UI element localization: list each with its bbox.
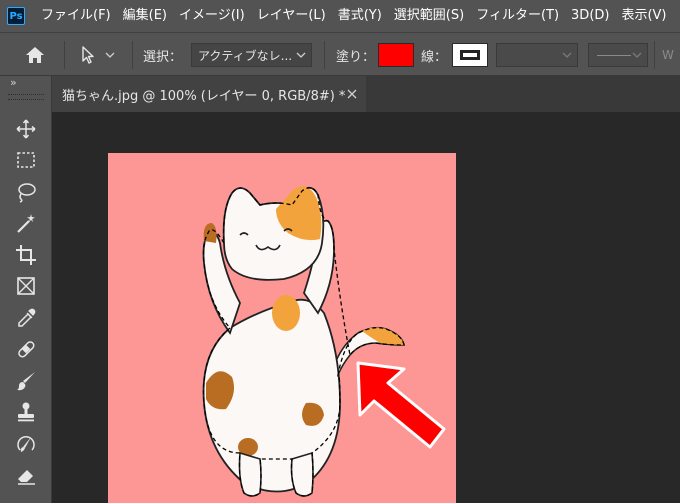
menu-file[interactable]: ファイル(F) bbox=[35, 0, 117, 32]
pointer-arrow-icon bbox=[82, 46, 94, 64]
eyedropper-tool[interactable] bbox=[13, 305, 39, 331]
select-label: 選択： bbox=[143, 49, 183, 65]
menu-3d[interactable]: 3D(D) bbox=[565, 0, 615, 32]
width-label: W bbox=[662, 48, 674, 62]
brush-tool[interactable] bbox=[13, 368, 39, 394]
move-tool[interactable] bbox=[13, 116, 39, 142]
menu-type[interactable]: 書式(Y) bbox=[332, 0, 388, 32]
chevron-down-icon bbox=[105, 52, 115, 58]
document-tab[interactable]: 猫ちゃん.jpg @ 100% (レイヤー 0, RGB/8#) * bbox=[52, 76, 366, 112]
magic-wand-icon bbox=[17, 214, 35, 233]
eraser-icon bbox=[18, 470, 35, 485]
brush-icon bbox=[17, 372, 35, 391]
frame-icon bbox=[17, 277, 35, 295]
clone-stamp-icon bbox=[18, 402, 34, 422]
home-icon bbox=[26, 47, 44, 63]
panel-grip[interactable] bbox=[8, 94, 44, 100]
stroke-line-sample bbox=[597, 55, 631, 56]
select-dropdown-value: アクティブなレ... bbox=[198, 48, 293, 63]
rectangular-marquee-tool[interactable] bbox=[13, 147, 39, 173]
clone-stamp-tool[interactable] bbox=[13, 399, 39, 425]
healing-brush-icon bbox=[18, 341, 35, 358]
stroke-label: 線： bbox=[421, 49, 448, 65]
stroke-swatch-icon bbox=[460, 50, 480, 60]
menu-bar: Ps ファイル(F) 編集(E) イメージ(I) レイヤー(L) 書式(Y) 選… bbox=[0, 0, 680, 32]
document-canvas[interactable] bbox=[108, 153, 456, 503]
options-bar: 選択： アクティブなレ... 塗り： 線： W bbox=[0, 32, 680, 76]
menu-image[interactable]: イメージ(I) bbox=[173, 0, 251, 32]
eraser-tool[interactable] bbox=[13, 462, 39, 488]
document-workspace[interactable] bbox=[52, 112, 680, 503]
stroke-color-swatch[interactable] bbox=[452, 43, 488, 67]
rectangular-marquee-icon bbox=[17, 152, 35, 168]
menu-layer[interactable]: レイヤー(L) bbox=[251, 0, 332, 32]
lasso-icon bbox=[18, 183, 36, 203]
eyedropper-icon bbox=[18, 308, 36, 327]
healing-brush-tool[interactable] bbox=[13, 336, 39, 362]
stroke-type-dropdown[interactable] bbox=[588, 43, 648, 67]
frame-tool[interactable] bbox=[13, 273, 39, 299]
crop-tool[interactable] bbox=[13, 242, 39, 268]
history-brush-tool[interactable] bbox=[13, 431, 39, 457]
tools-panel: » bbox=[0, 76, 52, 503]
chevron-down-icon bbox=[562, 52, 572, 58]
document-tab-strip: 猫ちゃん.jpg @ 100% (レイヤー 0, RGB/8#) * bbox=[52, 76, 680, 112]
tool-preset-picker[interactable] bbox=[80, 33, 116, 77]
move-tool-icon bbox=[16, 119, 36, 139]
fill-color-swatch[interactable] bbox=[378, 43, 414, 67]
magic-wand-tool[interactable] bbox=[13, 210, 39, 236]
crop-icon bbox=[16, 245, 36, 265]
photoshop-logo: Ps bbox=[7, 7, 25, 25]
close-icon[interactable] bbox=[346, 88, 358, 100]
red-arrow-annotation bbox=[356, 361, 446, 449]
fill-label: 塗り： bbox=[336, 49, 376, 65]
menu-view[interactable]: 表示(V) bbox=[615, 0, 672, 32]
collapse-panel-button[interactable]: » bbox=[10, 76, 17, 89]
document-tab-title: 猫ちゃん.jpg @ 100% (レイヤー 0, RGB/8#) * bbox=[62, 88, 346, 104]
stroke-width-field[interactable] bbox=[496, 43, 578, 67]
chevron-down-icon bbox=[632, 52, 642, 58]
home-button[interactable] bbox=[24, 33, 46, 77]
history-brush-icon bbox=[17, 435, 35, 452]
chevron-down-icon bbox=[296, 52, 306, 58]
menu-select[interactable]: 選択範囲(S) bbox=[388, 0, 470, 32]
menu-filter[interactable]: フィルター(T) bbox=[470, 0, 565, 32]
lasso-tool[interactable] bbox=[13, 179, 39, 205]
select-dropdown[interactable]: アクティブなレ... bbox=[191, 43, 312, 67]
menu-edit[interactable]: 編集(E) bbox=[117, 0, 173, 32]
